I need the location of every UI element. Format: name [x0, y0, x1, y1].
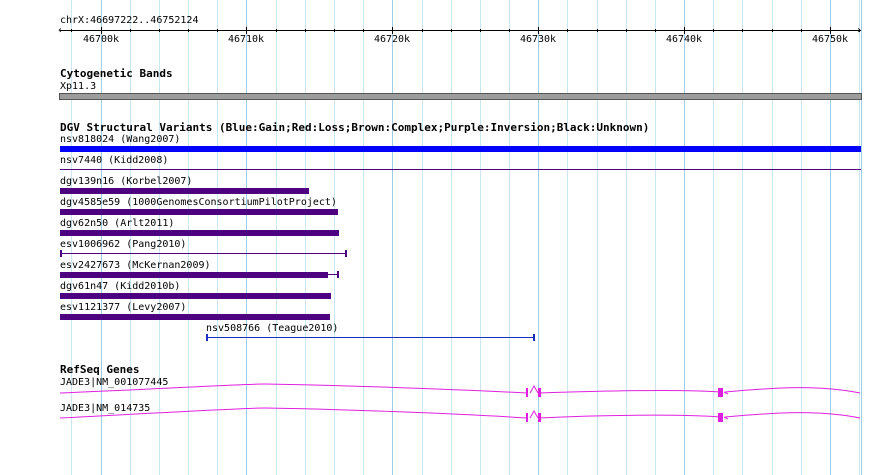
gene-model-nm-001077445[interactable] — [59, 383, 861, 395]
gene-model-nm-014735[interactable] — [59, 407, 861, 420]
refseq-gene-models — [59, 383, 861, 422]
